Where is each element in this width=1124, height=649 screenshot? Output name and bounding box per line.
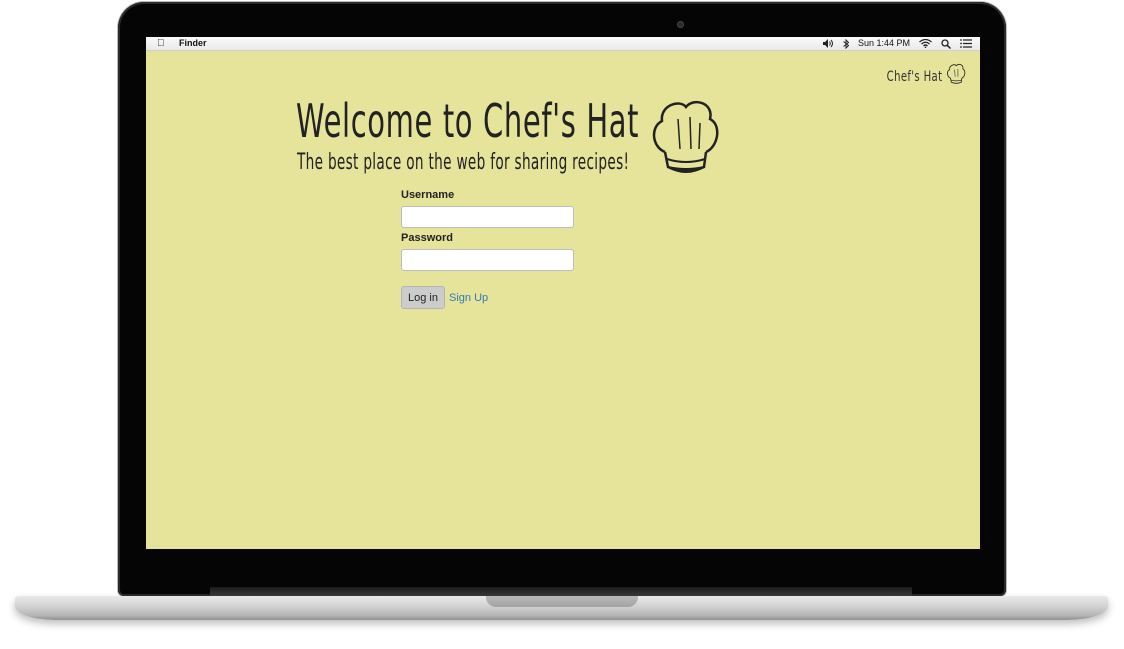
hero: Welcome to Chef's Hat The best place on …: [296, 93, 841, 175]
username-label: Username: [401, 189, 455, 201]
volume-icon[interactable]: [822, 39, 834, 48]
form-actions: Log in Sign Up: [401, 286, 574, 309]
page-title: Welcome to Chef's Hat: [296, 94, 640, 148]
navbar-brand[interactable]: Chef's Hat: [865, 63, 966, 90]
notification-center-icon[interactable]: [960, 39, 972, 48]
camera: [677, 21, 684, 28]
username-input[interactable]: [401, 206, 574, 228]
apple-logo-icon[interactable]: : [157, 37, 165, 50]
password-input[interactable]: [401, 249, 574, 271]
chef-hat-icon: [650, 97, 720, 182]
chef-hat-icon: [946, 63, 966, 90]
login-button[interactable]: Log in: [401, 286, 445, 309]
bluetooth-icon[interactable]: [843, 38, 849, 49]
laptop-hinge: [210, 587, 912, 596]
login-form: Username Password Log in Sign Up: [401, 188, 574, 309]
laptop-notch: [486, 596, 638, 607]
clock[interactable]: Sun 1:44 PM: [858, 37, 910, 50]
wifi-icon[interactable]: [919, 39, 932, 48]
menubar-status: Sun 1:44 PM: [822, 37, 972, 50]
screen:  Finder Sun 1:44 PM Chef's Hat: [146, 37, 980, 549]
spotlight-search-icon[interactable]: [941, 38, 951, 49]
app-menu-finder[interactable]: Finder: [179, 37, 207, 50]
password-label: Password: [401, 232, 453, 244]
signup-link[interactable]: Sign Up: [449, 292, 488, 304]
brand-name: Chef's Hat: [886, 68, 942, 85]
page-subtitle: The best place on the web for sharing re…: [297, 150, 630, 175]
mac-menubar:  Finder Sun 1:44 PM: [146, 37, 980, 51]
